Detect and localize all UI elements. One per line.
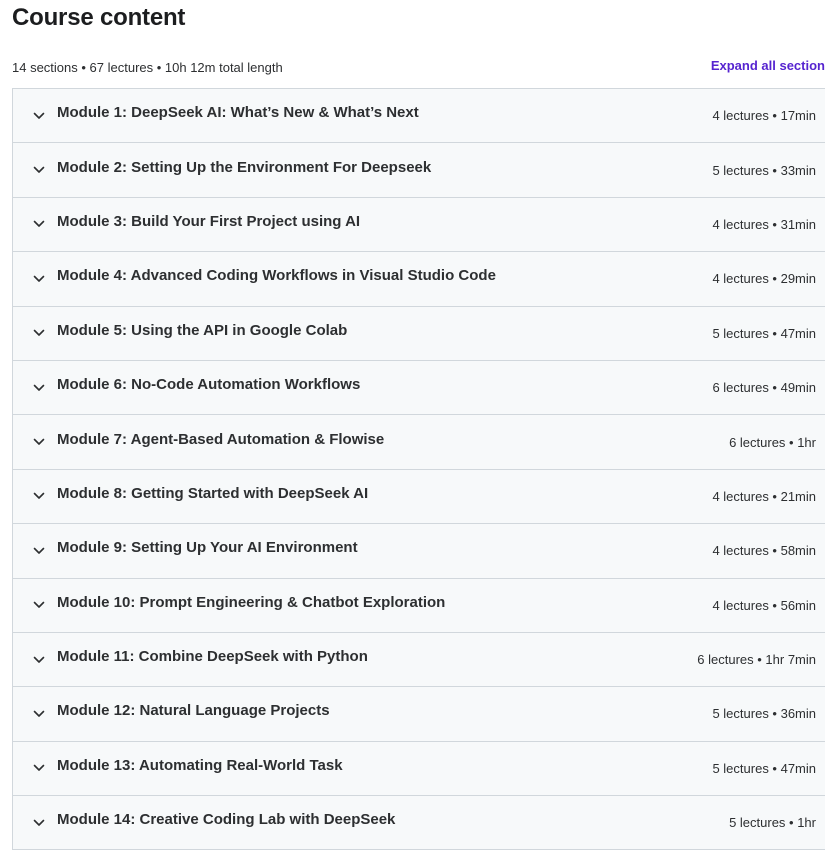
section-header-module-5[interactable]: Module 5: Using the API in Google Colab …	[13, 306, 825, 361]
section-header-module-7[interactable]: Module 7: Agent-Based Automation & Flowi…	[13, 415, 825, 470]
section-title: Module 6: No-Code Automation Workflows	[57, 376, 361, 394]
page-title: Course content	[12, 4, 186, 31]
section-header-module-4[interactable]: Module 4: Advanced Coding Workflows in V…	[13, 252, 825, 307]
section-lecture-info: 4 lectures • 58min	[712, 543, 816, 559]
section-header-module-1[interactable]: Module 1: DeepSeek AI: What’s New & What…	[13, 89, 825, 144]
section-lecture-info: 6 lectures • 1hr	[729, 434, 816, 450]
section-lecture-info: 6 lectures • 49min	[712, 380, 816, 396]
section-header-module-12[interactable]: Module 12: Natural Language Projects 5 l…	[13, 687, 825, 742]
chevron-down-icon[interactable]	[32, 708, 46, 720]
section-lecture-info: 5 lectures • 47min	[712, 760, 816, 776]
course-summary-row: 14 sections • 67 lectures • 10h 12m tota…	[12, 58, 825, 78]
section-lecture-info: 4 lectures • 21min	[712, 488, 816, 504]
section-lecture-info: 4 lectures • 29min	[712, 271, 816, 287]
course-summary: 14 sections • 67 lectures • 10h 12m tota…	[12, 60, 283, 75]
section-lecture-info: 5 lectures • 47min	[712, 325, 816, 341]
section-lecture-info: 4 lectures • 17min	[712, 108, 816, 124]
chevron-down-icon[interactable]	[32, 164, 46, 176]
section-title: Module 7: Agent-Based Automation & Flowi…	[57, 430, 385, 448]
section-header-module-2[interactable]: Module 2: Setting Up the Environment For…	[13, 143, 825, 198]
section-header-module-6[interactable]: Module 6: No-Code Automation Workflows 6…	[13, 360, 825, 416]
section-header-module-13[interactable]: Module 13: Automating Real-World Task 5 …	[13, 741, 825, 797]
chevron-down-icon[interactable]	[32, 110, 46, 122]
section-title: Module 14: Creative Coding Lab with Deep…	[57, 811, 396, 829]
expand-all-sections-button[interactable]: Expand all section	[711, 56, 825, 76]
section-header-module-3[interactable]: Module 3: Build Your First Project using…	[13, 197, 825, 253]
chevron-down-icon[interactable]	[32, 273, 46, 285]
section-title: Module 11: Combine DeepSeek with Python	[57, 648, 368, 666]
chevron-down-icon[interactable]	[32, 490, 46, 502]
section-header-module-11[interactable]: Module 11: Combine DeepSeek with Python …	[13, 632, 825, 688]
section-lecture-info: 5 lectures • 36min	[712, 706, 816, 722]
section-title: Module 13: Automating Real-World Task	[57, 756, 343, 774]
chevron-down-icon[interactable]	[32, 436, 46, 448]
section-title: Module 9: Setting Up Your AI Environment	[57, 539, 358, 557]
section-lecture-info: 4 lectures • 31min	[712, 216, 816, 232]
section-title: Module 8: Getting Started with DeepSeek …	[57, 484, 369, 502]
section-header-module-9[interactable]: Module 9: Setting Up Your AI Environment…	[13, 524, 825, 579]
course-content-panel: Course content 14 sections • 67 lectures…	[0, 0, 825, 864]
chevron-down-icon[interactable]	[32, 762, 46, 774]
chevron-down-icon[interactable]	[32, 599, 46, 611]
section-title: Module 2: Setting Up the Environment For…	[57, 158, 432, 176]
section-header-module-8[interactable]: Module 8: Getting Started with DeepSeek …	[13, 469, 825, 525]
chevron-down-icon[interactable]	[32, 327, 46, 339]
section-header-module-10[interactable]: Module 10: Prompt Engineering & Chatbot …	[13, 578, 825, 633]
section-title: Module 4: Advanced Coding Workflows in V…	[57, 267, 496, 285]
section-lecture-info: 5 lectures • 33min	[712, 162, 816, 178]
section-list: Module 1: DeepSeek AI: What’s New & What…	[12, 88, 825, 851]
section-title: Module 12: Natural Language Projects	[57, 702, 330, 720]
section-lecture-info: 6 lectures • 1hr 7min	[697, 652, 816, 668]
chevron-down-icon[interactable]	[32, 545, 46, 557]
chevron-down-icon[interactable]	[32, 218, 46, 230]
section-lecture-info: 5 lectures • 1hr	[729, 815, 816, 831]
chevron-down-icon[interactable]	[32, 654, 46, 666]
section-header-module-14[interactable]: Module 14: Creative Coding Lab with Deep…	[13, 796, 825, 851]
section-title: Module 1: DeepSeek AI: What’s New & What…	[57, 104, 419, 122]
chevron-down-icon[interactable]	[32, 382, 46, 394]
section-title: Module 3: Build Your First Project using…	[57, 212, 361, 230]
chevron-down-icon[interactable]	[32, 817, 46, 829]
section-lecture-info: 4 lectures • 56min	[712, 597, 816, 613]
section-title: Module 10: Prompt Engineering & Chatbot …	[57, 593, 446, 611]
section-title: Module 5: Using the API in Google Colab	[57, 321, 348, 339]
